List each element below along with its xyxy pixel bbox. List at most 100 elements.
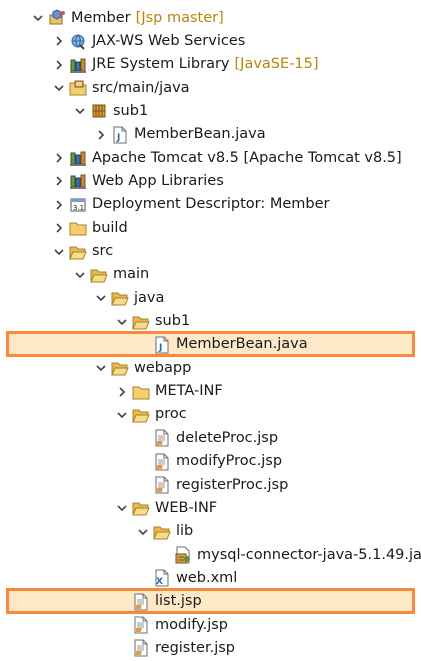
tree-item-decoration: [Jsp master] <box>135 9 224 26</box>
tree-item[interactable]: register.jsp <box>114 637 235 660</box>
tree-item-label: modify.jsp <box>155 616 228 633</box>
tree-item[interactable]: proc <box>114 403 187 426</box>
tree-item-label: JRE System Library <box>92 56 230 73</box>
tree-item-label: JAX-WS Web Services <box>92 32 246 49</box>
chevron-right-icon[interactable] <box>51 170 67 193</box>
tree-item-label: META-INF <box>155 383 223 400</box>
chevron-right-icon[interactable] <box>51 147 67 170</box>
tree-item[interactable]: main <box>72 263 149 286</box>
folder-icon <box>69 219 87 237</box>
tree-item[interactable]: Apache Tomcat v8.5 [Apache Tomcat v8.5] <box>51 147 402 170</box>
jsp-file-icon <box>153 453 171 471</box>
tree-item[interactable]: Xweb.xml <box>135 567 237 590</box>
tree-item[interactable]: src/main/java <box>51 77 190 100</box>
tree-item[interactable]: lib <box>135 520 193 543</box>
chevron-right-icon[interactable] <box>51 193 67 216</box>
chevron-down-icon[interactable] <box>72 100 88 123</box>
tree-item[interactable]: Member [Jsp master] <box>30 7 224 30</box>
tree-item[interactable]: Web App Libraries <box>51 170 224 193</box>
svg-text:J: J <box>158 343 162 353</box>
tree-item[interactable]: deleteProc.jsp <box>135 427 278 450</box>
tree-item[interactable]: java <box>93 287 164 310</box>
tree-item-label: MemberBean.java <box>176 336 308 353</box>
chevron-down-icon[interactable] <box>114 497 130 520</box>
tree-item[interactable]: JRE System Library [JavaSE-15] <box>51 53 319 76</box>
folder-open-icon <box>111 289 129 307</box>
tree-item[interactable]: mysql-connector-java-5.1.49.jar <box>156 544 421 567</box>
tree-item-label: list.jsp <box>155 593 202 610</box>
tree-item-label: Web App Libraries <box>92 172 224 189</box>
highlight-box <box>6 588 415 615</box>
folder-open-icon <box>132 406 150 424</box>
library-icon <box>69 56 87 74</box>
java-file-icon: J <box>111 126 129 144</box>
source-folder-icon <box>69 79 87 97</box>
chevron-down-icon[interactable] <box>135 520 151 543</box>
jsp-file-icon <box>153 476 171 494</box>
chevron-right-icon[interactable] <box>93 123 109 146</box>
chevron-right-icon[interactable] <box>114 380 130 403</box>
tree-item-label: sub1 <box>113 102 149 119</box>
folder-open-icon <box>132 313 150 331</box>
tree-item[interactable]: modify.jsp <box>114 614 228 637</box>
chevron-right-icon[interactable] <box>51 30 67 53</box>
svg-text:3.1: 3.1 <box>73 204 84 212</box>
tree-item[interactable]: META-INF <box>114 380 223 403</box>
java-file-icon: J <box>153 336 171 354</box>
folder-open-icon <box>111 359 129 377</box>
jsp-file-icon <box>153 429 171 447</box>
chevron-right-icon[interactable] <box>51 53 67 76</box>
tree-item-label: proc <box>155 406 187 423</box>
tree-item-label: build <box>92 219 128 236</box>
tree-item[interactable]: WEB-INF <box>114 497 217 520</box>
tree-item-label: java <box>134 289 165 306</box>
jsp-file-icon <box>132 593 150 611</box>
chevron-down-icon[interactable] <box>72 263 88 286</box>
tree-item[interactable]: src <box>51 240 113 263</box>
jsp-file-icon <box>132 616 150 634</box>
chevron-down-icon[interactable] <box>93 287 109 310</box>
tree-item[interactable]: webapp <box>93 357 191 380</box>
chevron-down-icon[interactable] <box>93 357 109 380</box>
chevron-down-icon[interactable] <box>30 7 46 30</box>
tree-item-label: MemberBean.java <box>134 126 266 143</box>
tree-item[interactable]: J MemberBean.java <box>135 333 308 356</box>
tree-item-label: Member <box>71 9 131 26</box>
library-icon <box>69 149 87 167</box>
tree-item[interactable]: sub1 <box>72 100 148 123</box>
tree-item-label: web.xml <box>176 569 238 586</box>
tree-item[interactable]: build <box>51 217 128 240</box>
library-icon <box>69 172 87 190</box>
chevron-down-icon[interactable] <box>114 403 130 426</box>
chevron-down-icon[interactable] <box>51 240 67 263</box>
folder-open-icon <box>132 499 150 517</box>
tree-item-label: src/main/java <box>92 79 190 96</box>
tree-item-label: main <box>113 266 150 283</box>
tree-item-label: register.jsp <box>155 639 235 656</box>
tree-item-label: src <box>92 243 114 259</box>
xml-file-icon: X <box>153 569 171 587</box>
folder-open-icon <box>153 523 171 541</box>
svg-text:X: X <box>156 577 163 587</box>
tree-item[interactable]: list.jsp <box>114 590 202 613</box>
deployment-descriptor-icon: 3.1 <box>69 196 87 214</box>
project-icon <box>48 9 66 27</box>
tree-item[interactable]: sub1 <box>114 310 190 333</box>
chevron-down-icon[interactable] <box>51 77 67 100</box>
tree-item[interactable]: J MemberBean.java <box>93 123 266 146</box>
tree-item[interactable]: modifyProc.jsp <box>135 450 282 473</box>
tree-item-label: webapp <box>134 359 192 376</box>
tree-item[interactable]: registerProc.jsp <box>135 474 288 497</box>
tree-item-label: mysql-connector-java-5.1.49.jar <box>197 546 421 563</box>
tree-item-label: registerProc.jsp <box>176 476 289 493</box>
tree-item[interactable]: JAX-WS Web Services <box>51 30 245 53</box>
tree-item[interactable]: 3.1 Deployment Descriptor: Member <box>51 193 330 216</box>
chevron-right-icon[interactable] <box>51 217 67 240</box>
chevron-down-icon[interactable] <box>114 310 130 333</box>
